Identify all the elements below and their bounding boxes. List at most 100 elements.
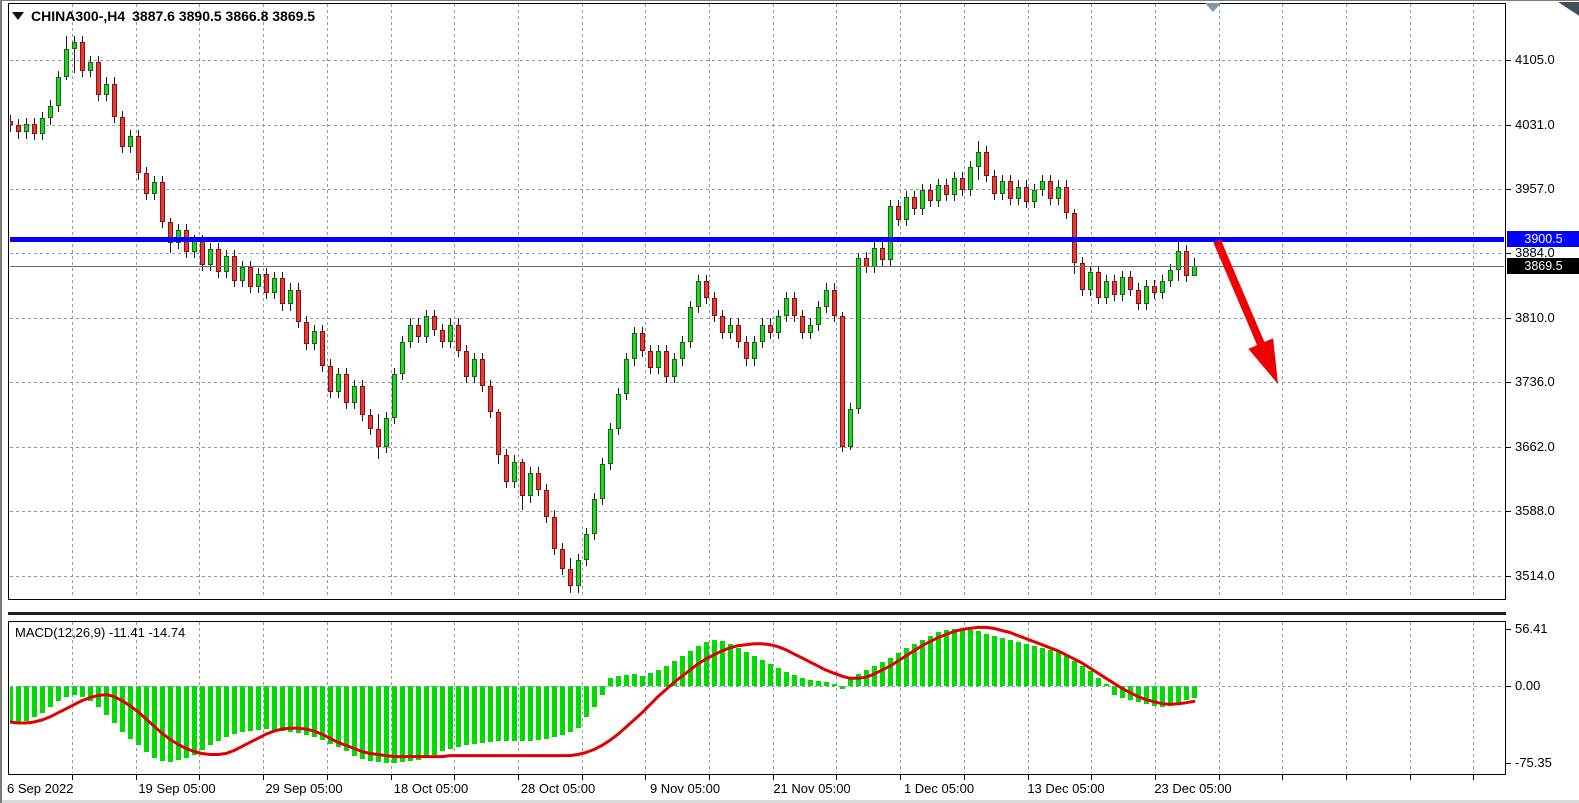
candle [200, 241, 205, 265]
grid-line-vertical [1091, 4, 1092, 598]
time-axis[interactable]: 6 Sep 202219 Sep 05:0029 Sep 05:0018 Oct… [2, 775, 1579, 801]
candle [712, 298, 717, 315]
candle [856, 258, 861, 409]
grid-line-vertical [454, 4, 455, 598]
current-price-line [10, 266, 1504, 267]
grid-line-vertical [773, 4, 774, 598]
collapse-triangle-icon[interactable] [12, 12, 24, 20]
time-tick [391, 775, 392, 780]
grid-line-vertical [1346, 4, 1347, 598]
candle [984, 152, 989, 176]
candle [584, 534, 589, 560]
candle [320, 331, 325, 366]
candle [600, 464, 605, 499]
time-tick [582, 775, 583, 780]
candle [16, 125, 21, 132]
candle [848, 409, 853, 447]
price-axis-label: 3588.0 [1515, 503, 1555, 518]
candle [440, 330, 445, 342]
candle [816, 307, 821, 324]
ohlc-readout: 3887.6 3890.5 3866.8 3869.5 [132, 8, 315, 24]
candle [1040, 181, 1045, 190]
panel-splitter[interactable] [8, 612, 1506, 615]
date-label: 19 Sep 05:00 [138, 781, 215, 796]
chart-shift-marker-icon[interactable] [1205, 3, 1221, 12]
candle [936, 185, 941, 201]
candle [368, 415, 373, 429]
grid-line-vertical [263, 4, 264, 598]
candle [64, 49, 69, 78]
grid-line-horizontal [10, 189, 1504, 190]
grid-line-vertical [199, 4, 200, 598]
corner-triangle-icon[interactable] [1558, 2, 1579, 17]
macd-plot-area[interactable] [10, 622, 1504, 773]
grid-line-vertical [1473, 4, 1474, 598]
candle [376, 429, 381, 446]
grid-line-vertical [709, 4, 710, 598]
price-axis-label: 3514.0 [1515, 568, 1555, 583]
candle [688, 307, 693, 342]
candle [1016, 187, 1021, 199]
candle [824, 290, 829, 307]
candle [384, 418, 389, 447]
candle [776, 316, 781, 333]
candle [56, 77, 61, 106]
candle [1064, 187, 1069, 213]
candle [296, 290, 301, 322]
price-tick [1506, 576, 1511, 577]
candle [520, 462, 525, 497]
grid-line-vertical [1410, 4, 1411, 598]
candle [672, 359, 677, 376]
grid-line-horizontal [10, 318, 1504, 319]
candle [448, 325, 453, 342]
candle [1192, 266, 1197, 276]
symbol-header: CHINA300-,H4 3887.6 3890.5 3866.8 3869.5 [12, 8, 315, 24]
candle [1104, 281, 1109, 298]
macd-axis-label: 56.41 [1515, 621, 1548, 636]
candle [896, 206, 901, 220]
candlestick-plot-area[interactable] [10, 4, 1504, 598]
price-axis-label: 3736.0 [1515, 374, 1555, 389]
macd-tick [1506, 763, 1511, 764]
candle [1080, 263, 1085, 289]
grid-line-vertical [136, 4, 137, 598]
candle [1136, 290, 1141, 304]
price-tick [1506, 511, 1511, 512]
grid-line-vertical [391, 4, 392, 598]
grid-line-vertical [327, 4, 328, 598]
candle [952, 178, 957, 195]
candle [208, 249, 213, 265]
resistance-line[interactable] [10, 237, 1504, 242]
time-tick [773, 775, 774, 780]
time-tick [1219, 775, 1220, 780]
candle [464, 351, 469, 377]
candle [408, 325, 413, 342]
candle [472, 359, 477, 376]
grid-line-vertical [1155, 4, 1156, 598]
price-tick [1506, 382, 1511, 383]
time-tick [1282, 775, 1283, 780]
candle [344, 374, 349, 403]
time-tick [964, 775, 965, 780]
candle [1168, 270, 1173, 280]
candle [904, 197, 909, 220]
grid-line-vertical [964, 4, 965, 598]
time-tick [1155, 775, 1156, 780]
candle [10, 121, 13, 125]
price-axis[interactable]: 4105.04031.03957.03884.03810.03736.03662… [1506, 1, 1579, 803]
candle [560, 549, 565, 569]
time-tick [199, 775, 200, 780]
candle [552, 517, 557, 549]
candle [288, 290, 293, 305]
price-axis-label: 4105.0 [1515, 52, 1555, 67]
candle [24, 124, 29, 133]
candle [224, 256, 229, 272]
candle [40, 118, 45, 134]
candle [1144, 286, 1149, 303]
candle [1160, 281, 1165, 293]
candle [728, 325, 733, 334]
candle [1032, 190, 1037, 202]
candle [144, 173, 149, 193]
candle [32, 124, 37, 134]
date-label: 28 Oct 05:00 [521, 781, 595, 796]
